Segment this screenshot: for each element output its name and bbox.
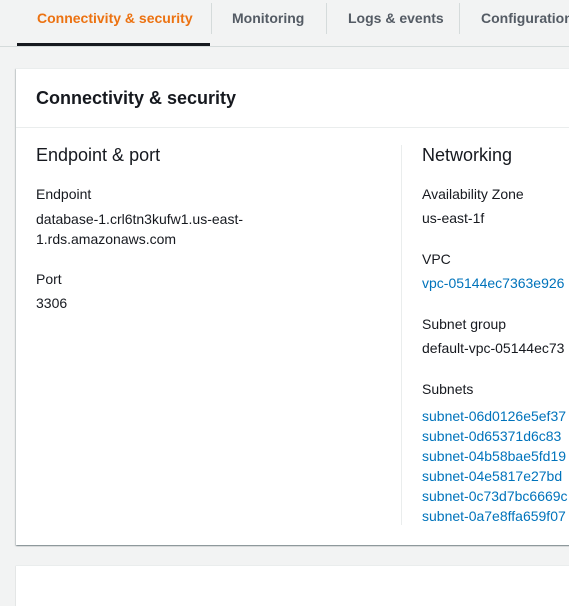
tab-monitoring[interactable]: Monitoring xyxy=(212,0,326,46)
networking-heading: Networking xyxy=(422,145,513,165)
endpoint-value-line2: 1.rds.amazonaws.com xyxy=(36,231,177,247)
endpoint-label: Endpoint xyxy=(36,186,92,202)
subnet-link[interactable]: subnet-04b58bae5fd19 xyxy=(422,446,568,466)
tab-connectivity-security[interactable]: Connectivity & security xyxy=(17,0,210,46)
panel-header: Connectivity & security xyxy=(16,69,569,128)
column-divider xyxy=(401,145,402,525)
vpc-link[interactable]: vpc-05144ec7363e926 xyxy=(422,275,564,291)
endpoint-port-heading: Endpoint & port xyxy=(36,145,161,165)
subnet-link[interactable]: subnet-0d65371d6c83 xyxy=(422,426,568,446)
vpc-label: VPC xyxy=(422,251,451,267)
endpoint-value-line1: database-1.crl6tn3kufw1.us-east- xyxy=(36,211,243,227)
subnet-group-value: default-vpc-05144ec73 xyxy=(422,340,565,356)
port-label: Port xyxy=(36,271,62,287)
tab-logs-events[interactable]: Logs & events xyxy=(327,0,458,46)
port-value: 3306 xyxy=(36,295,68,311)
subnet-link[interactable]: subnet-06d0126e5ef37 xyxy=(422,406,568,426)
next-panel xyxy=(16,565,569,606)
tab-bar: Connectivity & security Monitoring Logs … xyxy=(0,0,569,47)
subnet-group-label: Subnet group xyxy=(422,316,507,332)
tab-configuration[interactable]: Configuration xyxy=(460,0,569,46)
availability-zone-value: us-east-1f xyxy=(422,210,485,226)
subnets-list: subnet-06d0126e5ef37 subnet-0d65371d6c83… xyxy=(422,406,568,526)
subnets-label: Subnets xyxy=(422,381,474,397)
availability-zone-label: Availability Zone xyxy=(422,186,524,202)
panel-title: Connectivity & security xyxy=(36,88,237,108)
connectivity-security-panel: Connectivity & security Endpoint & port … xyxy=(16,68,569,545)
subnet-link[interactable]: subnet-0a7e8ffa659f07 xyxy=(422,506,568,526)
subnet-link[interactable]: subnet-0c73d7bc6669c xyxy=(422,486,568,506)
subnet-link[interactable]: subnet-04e5817e27bd xyxy=(422,466,568,486)
